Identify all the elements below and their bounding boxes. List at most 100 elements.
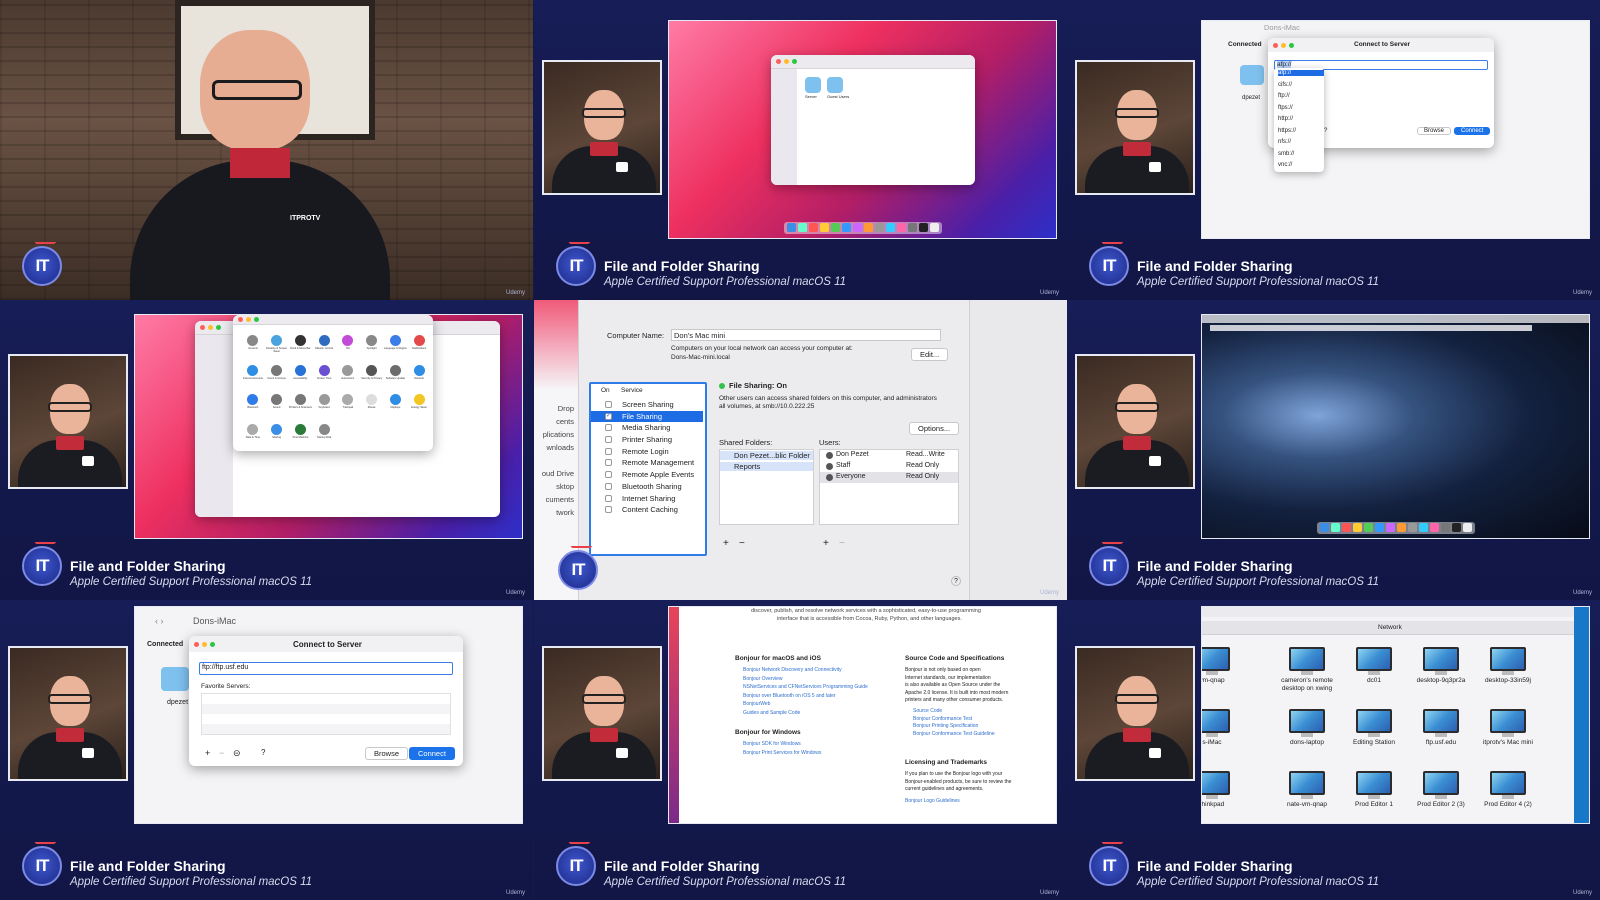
shared-folder-item[interactable]: Reports — [720, 462, 813, 471]
doc-link[interactable]: Bonjour Print Services for Windows — [743, 750, 821, 756]
doc-link[interactable]: Guides and Sample Code — [743, 710, 800, 716]
cell-bonjour-page[interactable]: discover, publish, and resolve network s… — [534, 600, 1067, 900]
service-row[interactable]: Screen Sharing — [591, 399, 703, 410]
prefs-item[interactable]: Energy Saver — [407, 394, 431, 416]
prefs-item[interactable]: Printers & Scanners — [289, 394, 313, 416]
checkbox-icon[interactable] — [605, 424, 612, 432]
user-permission[interactable]: Read...Write — [906, 451, 945, 458]
tab-bar[interactable]: Network — [1202, 621, 1574, 635]
cell-connect-dropdown[interactable]: Dons-iMac Connected dpezet Connect to Se… — [1067, 0, 1600, 300]
protocol-option[interactable]: ftps:// — [1278, 105, 1293, 111]
prefs-item[interactable]: Bluetooth — [241, 394, 265, 416]
edit-button[interactable]: Edit... — [911, 348, 949, 361]
back-arrow-icon[interactable]: ‹ › — [155, 616, 164, 626]
options-button[interactable]: Options... — [909, 422, 960, 435]
prefs-item[interactable]: Language & Region — [384, 335, 408, 357]
remove-user-button[interactable]: − — [839, 538, 845, 549]
cell-connect-ftp[interactable]: ‹ › Dons-iMac Connected dpezet Connect t… — [0, 600, 533, 900]
browse-button[interactable]: Browse — [365, 747, 409, 760]
folder-icon[interactable] — [161, 667, 189, 691]
checkbox-icon[interactable] — [605, 447, 612, 455]
shared-folder-item[interactable]: Don Pezet...blic Folder — [720, 451, 813, 460]
network-computer[interactable]: ftp.usf.edu — [1409, 709, 1473, 747]
protocol-option[interactable]: vnc:// — [1278, 162, 1292, 168]
prefs-item[interactable]: Time Machine — [289, 423, 313, 446]
prefs-item[interactable]: Displays — [384, 394, 408, 416]
network-computer[interactable]: desktop-9q3pr2a — [1409, 647, 1473, 685]
protocol-option[interactable]: nfs:// — [1278, 139, 1291, 145]
sidebar-item[interactable]: cuments — [534, 493, 578, 506]
dock[interactable] — [783, 222, 942, 234]
network-tab[interactable]: Network — [1378, 624, 1402, 631]
service-list[interactable]: On Service Screen Sharing ✓ File Sharing Me… — [589, 382, 707, 556]
doc-link[interactable]: Bonjour Overview — [743, 676, 782, 682]
checkbox-checked-icon[interactable]: ✓ — [605, 412, 612, 420]
connect-dialog[interactable]: Connect to Server ftp://ftp.usf.edu Favo… — [189, 636, 463, 766]
checkbox-icon[interactable] — [605, 494, 612, 502]
user-row[interactable]: Don Pezet Read...Write — [820, 450, 958, 461]
cell-system-preferences[interactable]: General Desktop & Screen Saver Dock & Menu… — [0, 300, 533, 600]
protocol-option[interactable]: smb:// — [1278, 151, 1294, 157]
folder-icon[interactable] — [805, 77, 821, 93]
prefs-item[interactable]: Network — [407, 364, 431, 387]
service-row[interactable]: Bluetooth Sharing — [591, 481, 703, 492]
checkbox-icon[interactable] — [605, 506, 612, 514]
prefs-item[interactable]: Software Update — [384, 364, 408, 387]
user-permission[interactable]: Read Only — [906, 462, 939, 469]
prefs-item[interactable]: Trackpad — [336, 394, 360, 416]
prefs-item[interactable]: Dock & Menu Bar — [289, 335, 313, 357]
remove-favorite-button[interactable]: − — [219, 748, 224, 758]
doc-link[interactable]: Bonjour Conformance Test — [913, 716, 972, 722]
toolbar[interactable] — [1202, 607, 1574, 617]
finder-sidebar[interactable]: Drop cents plications wnloads oud Drive sktop… — [534, 402, 578, 519]
protocol-option[interactable]: ftp:// — [1278, 93, 1290, 99]
prefs-item[interactable]: Screen Time — [312, 364, 336, 387]
checkbox-icon[interactable] — [605, 436, 612, 444]
sidebar-item[interactable]: cents — [534, 415, 578, 428]
browse-button[interactable]: Browse — [1417, 127, 1452, 135]
network-computer[interactable]: itprotv's Mac mini — [1476, 709, 1540, 747]
server-address-input[interactable]: ftp://ftp.usf.edu — [199, 662, 453, 675]
doc-link[interactable]: Bonjour Printing Specification — [913, 723, 978, 729]
service-row[interactable]: Internet Sharing — [591, 493, 703, 504]
sidebar-item[interactable]: twork — [534, 506, 578, 519]
finder-sidebar[interactable] — [771, 69, 797, 185]
network-computer[interactable]: thinkpad — [1202, 771, 1230, 809]
prefs-item[interactable]: Keyboard — [312, 394, 336, 416]
prefs-item[interactable]: Siri — [336, 335, 360, 357]
prefs-item[interactable]: Desktop & Screen Saver — [265, 335, 289, 357]
prefs-item[interactable]: Security & Privacy — [360, 364, 384, 387]
cell-presenter-full[interactable]: ITPROTV IT Udemy — [0, 0, 533, 300]
network-computer[interactable]: Editing Station — [1342, 709, 1406, 747]
cell-remote-desktop[interactable]: IT File and Folder Sharing Apple Certifi… — [1067, 300, 1600, 600]
checkbox-icon[interactable] — [605, 482, 612, 490]
service-row[interactable]: ✓ File Sharing — [591, 410, 703, 422]
network-computer[interactable]: vm-qnap — [1202, 647, 1230, 685]
service-row[interactable]: Printer Sharing — [591, 434, 703, 445]
sidebar-item[interactable]: wnloads — [534, 441, 578, 454]
folder-icon[interactable] — [827, 77, 843, 93]
network-computer[interactable]: cameron's remote desktop on xwing — [1275, 647, 1339, 693]
doc-link[interactable]: Bonjour Conformance Test Guideline — [913, 731, 995, 737]
service-row[interactable]: Media Sharing — [591, 422, 703, 433]
protocol-option[interactable]: cifs:// — [1278, 82, 1292, 88]
sidebar-item[interactable]: Drop — [534, 402, 578, 415]
prefs-item[interactable]: Mouse — [360, 394, 384, 416]
user-permission[interactable]: Read Only — [906, 473, 939, 480]
protocol-option[interactable]: https:// — [1278, 128, 1296, 134]
remote-menu-bar[interactable] — [1210, 325, 1532, 331]
prefs-item[interactable]: Startup Disk — [312, 423, 336, 446]
more-options-button[interactable]: ⊝ — [233, 748, 241, 759]
service-row[interactable]: Remote Apple Events — [591, 469, 703, 480]
cell-desktop-finder[interactable]: Server Guest Users IT File and Folder Sh… — [534, 0, 1067, 300]
network-computer[interactable]: dc01 — [1342, 647, 1406, 685]
prefs-item[interactable]: Internet Accounts — [241, 364, 265, 387]
sidebar-item[interactable]: plications — [534, 428, 578, 441]
prefs-item[interactable]: Extensions — [336, 364, 360, 387]
users-list[interactable]: Don Pezet Read...Write Staff Read Only Every… — [819, 449, 959, 525]
doc-link[interactable]: Source Code — [913, 708, 942, 714]
prefs-item[interactable]: Accessibility — [289, 364, 313, 387]
network-computer[interactable]: desktop-33in59j — [1476, 647, 1540, 685]
checkbox-icon[interactable] — [605, 471, 612, 479]
cell-network-browser[interactable]: Network vm-qnap cameron's remote desktop … — [1067, 600, 1600, 900]
